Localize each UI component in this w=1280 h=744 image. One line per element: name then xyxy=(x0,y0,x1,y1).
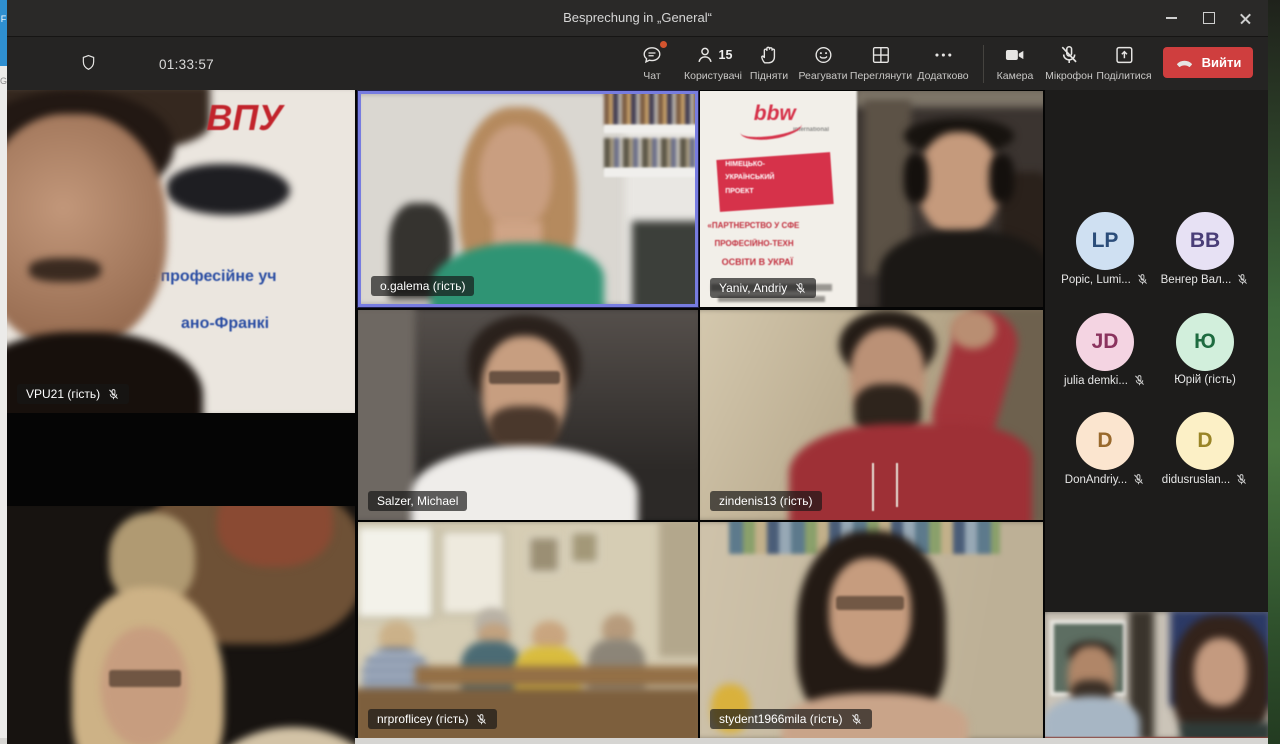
camera-icon xyxy=(1004,44,1026,66)
people-icon xyxy=(694,44,716,66)
leave-button[interactable]: Вийти xyxy=(1163,47,1253,78)
avatar-popic[interactable]: LP xyxy=(1076,212,1134,270)
toolbar-divider xyxy=(983,45,984,83)
background-window-header: F xyxy=(0,0,7,66)
smiley-icon xyxy=(812,44,834,66)
video-feed xyxy=(7,506,355,744)
avatar-label: Popic, Lumi... xyxy=(1047,273,1163,286)
ellipsis-icon xyxy=(932,44,954,66)
video-feed xyxy=(358,91,698,307)
video-tile-nrproflicey[interactable]: nrproflicey (гість) xyxy=(358,522,698,738)
video-tile-galema-active-speaker[interactable]: o.galema (гість) xyxy=(358,91,698,307)
video-tile-lotocka[interactable]: lotocka.oksan (гість) xyxy=(7,506,355,744)
maximize-button[interactable] xyxy=(1190,0,1227,36)
muted-mic-icon xyxy=(794,282,807,295)
background-window-text: G xyxy=(0,76,7,86)
participant-count: 15 xyxy=(719,48,733,62)
react-button[interactable]: Реагувати xyxy=(798,43,847,82)
video-feed xyxy=(1045,612,1268,738)
chat-notification-dot xyxy=(660,41,667,48)
share-screen-icon xyxy=(1113,44,1135,66)
participant-name-label: zindenis13 (гість) xyxy=(710,491,822,511)
background-window-left-sliver: F G xyxy=(0,0,7,744)
window-controls xyxy=(1153,0,1264,36)
video-tile-salzer[interactable]: Salzer, Michael xyxy=(358,310,698,520)
muted-mic-icon xyxy=(107,388,120,401)
participant-name-label: stydent1966mila (гість) xyxy=(710,709,872,729)
participant-name-label: Salzer, Michael xyxy=(368,491,467,511)
muted-mic-icon xyxy=(1133,374,1146,387)
meeting-timer: 01:33:57 xyxy=(159,57,214,72)
muted-mic-icon xyxy=(475,713,488,726)
avatar-label: didusruslan... xyxy=(1147,473,1263,486)
video-tile-yaniv[interactable]: bbw international НІМЕЦЬКО- УКРАЇНСЬКИЙ … xyxy=(700,91,1043,307)
avatar-label: Юрій (гість) xyxy=(1147,374,1263,386)
video-feed xyxy=(700,522,1043,738)
muted-mic-icon xyxy=(1132,473,1145,486)
muted-mic-icon xyxy=(1236,273,1249,286)
video-feed xyxy=(358,310,698,520)
participant-name-label: o.galema (гість) xyxy=(371,276,474,296)
video-tile-zindenis[interactable]: zindenis13 (гість) xyxy=(700,310,1043,520)
minimize-icon xyxy=(1166,17,1177,19)
video-tile-vpu21[interactable]: ВПУ Вище професійне уч ано-Франкі VPU21 … xyxy=(7,90,355,413)
raised-hand-icon xyxy=(758,44,780,66)
avatar-label: DonAndriy... xyxy=(1047,473,1163,486)
muted-mic-icon xyxy=(850,713,863,726)
self-video-tile[interactable] xyxy=(1045,612,1268,738)
chat-button[interactable]: Чат xyxy=(641,43,663,82)
muted-mic-icon xyxy=(1235,473,1248,486)
more-button[interactable]: Додатково xyxy=(917,43,968,82)
share-button[interactable]: Поділитися xyxy=(1096,43,1151,82)
video-feed: bbw international НІМЕЦЬКО- УКРАЇНСЬКИЙ … xyxy=(700,91,1043,307)
avatar-julia[interactable]: JD xyxy=(1076,313,1134,371)
shield-icon xyxy=(79,53,98,72)
microphone-button[interactable]: Мікрофон xyxy=(1045,43,1093,82)
participants-button[interactable]: 15 Користувачі xyxy=(684,43,742,82)
hangup-phone-icon xyxy=(1175,53,1194,72)
video-feed: ВПУ Вище професійне уч ано-Франкі xyxy=(7,90,355,413)
avatar-venger[interactable]: BB xyxy=(1176,212,1234,270)
video-feed xyxy=(358,522,698,738)
microphone-muted-icon xyxy=(1058,44,1080,66)
avatar-label: Венгер Вал... xyxy=(1147,273,1263,286)
maximize-icon xyxy=(1203,12,1215,24)
chat-icon xyxy=(641,44,663,66)
raise-hand-button[interactable]: Підняти xyxy=(750,43,788,82)
avatar-donandriy[interactable]: D xyxy=(1076,412,1134,470)
view-button[interactable]: Переглянути xyxy=(850,43,912,82)
window-title: Besprechung in „General“ xyxy=(7,0,1268,36)
participant-name-label: nrproflicey (гість) xyxy=(368,709,497,729)
participant-name-label: VPU21 (гість) xyxy=(17,384,129,404)
close-button[interactable] xyxy=(1227,0,1264,36)
meeting-toolbar: 01:33:57 Чат 15 Користувачі Підняти Реаг… xyxy=(7,37,1268,90)
video-grid: ВПУ Вище професійне уч ано-Франкі VPU21 … xyxy=(7,90,1268,738)
title-bar: Besprechung in „General“ xyxy=(7,0,1268,37)
participant-name-label: Yaniv, Andriy xyxy=(710,278,816,298)
video-tile-stydent[interactable]: stydent1966mila (гість) xyxy=(700,522,1043,738)
video-feed xyxy=(700,310,1043,520)
camera-button[interactable]: Камера xyxy=(997,43,1034,82)
minimize-button[interactable] xyxy=(1153,0,1190,36)
participants-panel: LP BB Popic, Lumi... Венгер Вал... JD Ю … xyxy=(1045,90,1268,738)
avatar-label: julia demki... xyxy=(1047,374,1163,387)
avatar-didusruslan[interactable]: D xyxy=(1176,412,1234,470)
desktop-wallpaper-right-sliver xyxy=(1268,0,1280,744)
gallery-grid-icon xyxy=(870,44,892,66)
meeting-window: Besprechung in „General“ 01:33:57 Чат 15… xyxy=(7,0,1268,738)
desktop: F G Besprechung in „General“ 01:33:57 Ча… xyxy=(0,0,1280,744)
avatar-yurii[interactable]: Ю xyxy=(1176,313,1234,371)
close-icon xyxy=(1239,12,1252,25)
